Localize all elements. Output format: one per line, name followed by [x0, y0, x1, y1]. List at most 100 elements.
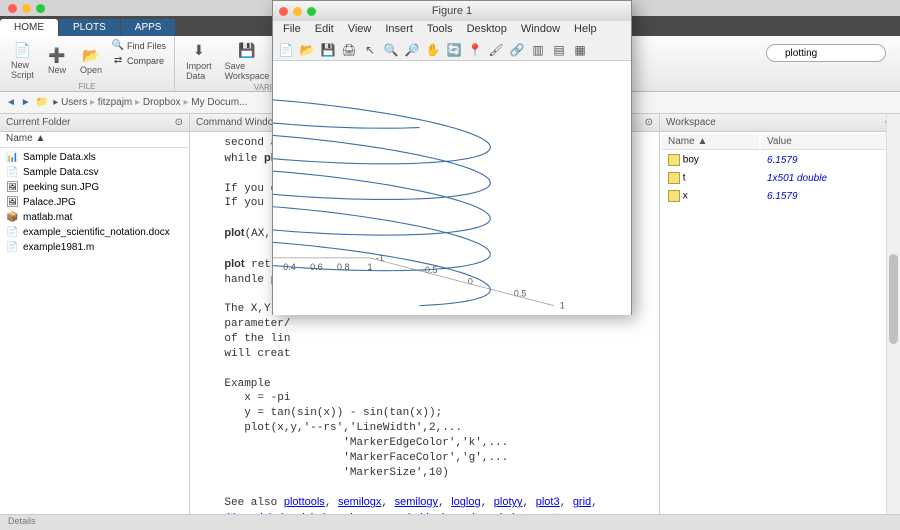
pointer-icon[interactable]: ↖: [361, 41, 379, 59]
menu-edit[interactable]: Edit: [309, 21, 340, 39]
zoom-in-icon[interactable]: 🔍: [382, 41, 400, 59]
tab-plots[interactable]: PLOTS: [59, 19, 120, 36]
brush-icon[interactable]: 🖌: [487, 41, 505, 59]
plus-doc-icon: 📄: [13, 40, 33, 60]
open-fig-icon[interactable]: 📂: [298, 41, 316, 59]
file-icon: 📦: [6, 211, 19, 224]
file-row[interactable]: 🖼Palace.JPG: [4, 195, 185, 210]
column-header-value[interactable]: Value: [761, 134, 897, 150]
figure-toolbar: 📄 📂 💾 🖨 ↖ 🔍 🔎 ✋ 🔄 📍 🖌 🔗 ▥ ▤ ▦: [273, 39, 631, 61]
var-icon: [668, 172, 680, 184]
file-icon: 📊: [6, 151, 19, 164]
panel-menu-icon[interactable]: ⊙: [645, 117, 653, 128]
menu-insert[interactable]: Insert: [379, 21, 419, 39]
plus-icon: ➕: [47, 45, 67, 65]
minimize-icon[interactable]: [22, 4, 31, 13]
scroll-thumb[interactable]: [889, 254, 898, 344]
statusbar: Details: [0, 514, 900, 530]
search-input[interactable]: [766, 44, 886, 62]
figure-title: Figure 1: [432, 5, 472, 17]
file-name: example1981.m: [23, 242, 94, 253]
column-header-name[interactable]: Name ▲: [6, 133, 45, 144]
menu-desktop[interactable]: Desktop: [461, 21, 513, 39]
panel-title: Command Window: [196, 117, 280, 128]
save-workspace-button[interactable]: 💾Save Workspace: [220, 38, 275, 83]
var-icon: [668, 190, 680, 202]
file-list: 📊 Sample Data.xls 📄 Sample Data.csv 🖼 peeking…: [0, 148, 189, 514]
svg-text:0.6: 0.6: [310, 262, 322, 272]
panel-menu-icon[interactable]: ⊙: [175, 117, 183, 128]
minimize-icon[interactable]: [293, 7, 302, 16]
file-name: Sample Data.csv: [23, 167, 99, 178]
new-button[interactable]: ➕New: [42, 38, 72, 82]
current-folder-panel: Current Folder ⊙ Name ▲ 📊 Sample Data.xls 📄…: [0, 114, 190, 514]
file-name: matlab.mat: [23, 212, 72, 223]
legend-icon[interactable]: ▤: [550, 41, 568, 59]
menu-help[interactable]: Help: [568, 21, 603, 39]
tab-apps[interactable]: APPS: [121, 19, 176, 36]
file-row[interactable]: 📄 example1981.m: [4, 240, 185, 255]
back-button[interactable]: ◄: [6, 97, 16, 108]
file-name: Sample Data.xls: [23, 152, 96, 163]
status-left: Details: [8, 516, 36, 529]
file-row[interactable]: 📊 Sample Data.xls: [4, 150, 185, 165]
import-icon: ⬇: [189, 41, 209, 61]
breadcrumb[interactable]: ▸ Users ▸ fitzpajm ▸ Dropbox ▸ My Docum.…: [53, 97, 247, 108]
scrollbar[interactable]: [886, 114, 900, 514]
new-script-button[interactable]: 📄New Script: [6, 38, 39, 82]
colorbar-icon[interactable]: ▥: [529, 41, 547, 59]
compare-icon: ⇄: [112, 55, 124, 67]
zoom-icon[interactable]: [307, 7, 316, 16]
new-fig-icon[interactable]: 📄: [277, 41, 295, 59]
file-row[interactable]: 📄 example_scientific_notation.docx: [4, 225, 185, 240]
print-icon[interactable]: 🖨: [340, 41, 358, 59]
var-icon: [668, 154, 680, 166]
column-header-name[interactable]: Name ▲: [662, 134, 759, 150]
workspace-row[interactable]: t1x501 double: [662, 170, 897, 186]
menu-file[interactable]: File: [277, 21, 307, 39]
workspace-table: Name ▲ Value boy6.1579 t1x501 double x6.…: [660, 132, 899, 206]
forward-button[interactable]: ►: [21, 97, 31, 108]
rotate-icon[interactable]: 🔄: [445, 41, 463, 59]
pan-icon[interactable]: ✋: [424, 41, 442, 59]
layout-icon[interactable]: ▦: [571, 41, 589, 59]
file-name: peeking sun.JPG: [23, 182, 99, 193]
file-row[interactable]: 📄 Sample Data.csv: [4, 165, 185, 180]
workspace-row[interactable]: x6.1579: [662, 188, 897, 204]
panel-title: Current Folder: [6, 117, 70, 128]
svg-text:0: 0: [468, 277, 473, 287]
save-icon: 💾: [237, 41, 257, 61]
file-name: example_scientific_notation.docx: [23, 227, 170, 238]
figure-titlebar[interactable]: Figure 1: [273, 1, 631, 21]
link-icon[interactable]: 🔗: [508, 41, 526, 59]
folder-open-icon: 📂: [81, 45, 101, 65]
zoom-out-icon[interactable]: 🔎: [403, 41, 421, 59]
figure-window[interactable]: Figure 1 FileEditViewInsertToolsDesktopW…: [272, 0, 632, 315]
open-button[interactable]: 📂Open: [75, 38, 107, 82]
file-row[interactable]: 🖼 peeking sun.JPG: [4, 180, 185, 195]
file-icon: 📄: [6, 166, 19, 179]
menu-view[interactable]: View: [342, 21, 378, 39]
file-icon: 📄: [6, 226, 19, 239]
axes[interactable]: 05101520253035-1-0.8-0.6-0.4-0.200.20.40…: [273, 61, 631, 315]
zoom-icon[interactable]: [36, 4, 45, 13]
group-label-file: FILE: [6, 82, 168, 91]
compare-button[interactable]: ⇄Compare: [110, 53, 168, 68]
file-icon: 📄: [6, 241, 19, 254]
tab-home[interactable]: HOME: [0, 19, 58, 36]
datacursor-icon[interactable]: 📍: [466, 41, 484, 59]
workspace-panel: Workspace⊙ Name ▲ Value boy6.1579 t1x501…: [660, 114, 900, 514]
menu-window[interactable]: Window: [515, 21, 566, 39]
svg-text:1: 1: [560, 301, 565, 311]
file-icon: 🖼: [6, 181, 19, 194]
panel-title: Workspace: [666, 117, 716, 128]
workspace-row[interactable]: boy6.1579: [662, 152, 897, 168]
file-name: Palace.JPG: [23, 197, 76, 208]
close-icon[interactable]: [8, 4, 17, 13]
close-icon[interactable]: [279, 7, 288, 16]
save-fig-icon[interactable]: 💾: [319, 41, 337, 59]
file-row[interactable]: 📦 matlab.mat: [4, 210, 185, 225]
find-files-button[interactable]: 🔍Find Files: [110, 38, 168, 53]
import-data-button[interactable]: ⬇Import Data: [181, 38, 217, 83]
menu-tools[interactable]: Tools: [421, 21, 459, 39]
